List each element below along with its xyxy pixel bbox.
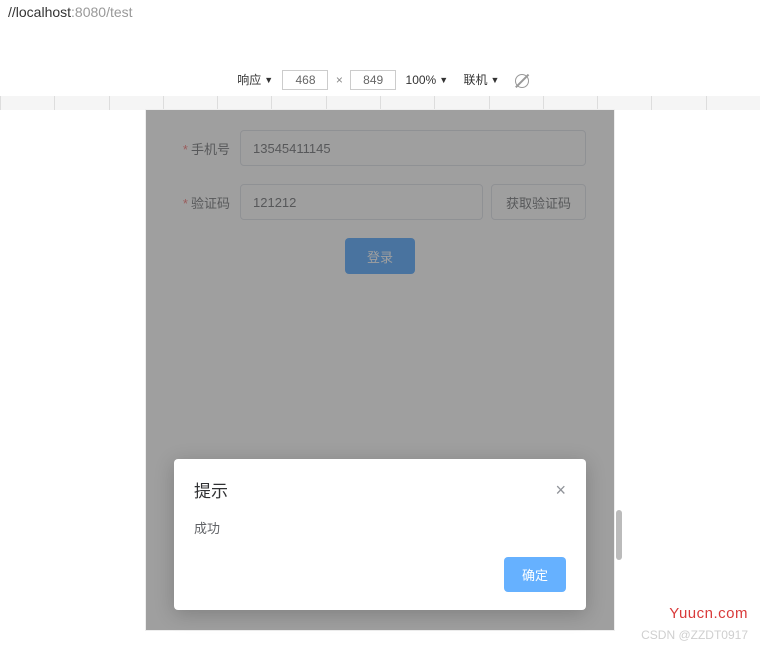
watermark-site: Yuucn.com xyxy=(669,605,748,622)
viewport-height-input[interactable] xyxy=(350,70,396,90)
ok-button[interactable]: 确定 xyxy=(504,557,566,592)
url-path: :8080/test xyxy=(71,4,133,20)
url-prefix: // xyxy=(8,4,16,20)
close-icon[interactable]: × xyxy=(555,481,566,499)
dialog-body: 成功 xyxy=(194,518,566,537)
app-viewport: *手机号 *验证码 获取验证码 登录 提示 × xyxy=(146,110,614,630)
dialog-header: 提示 × xyxy=(194,477,566,502)
dialog-footer: 确定 xyxy=(194,557,566,592)
caret-down-icon: ▼ xyxy=(264,75,273,85)
network-dropdown[interactable]: 联机 ▼ xyxy=(464,71,500,88)
viewport-width-input[interactable] xyxy=(282,70,328,90)
caret-down-icon: ▼ xyxy=(439,75,448,85)
watermark-credit: CSDN @ZZDT0917 xyxy=(641,628,748,642)
device-stage: *手机号 *验证码 获取验证码 登录 提示 × xyxy=(0,110,760,630)
url-bar[interactable]: //localhost:8080/test xyxy=(0,0,760,24)
scrollbar-thumb[interactable] xyxy=(616,510,622,560)
message-dialog: 提示 × 成功 确定 xyxy=(174,459,586,610)
device-frame: *手机号 *验证码 获取验证码 登录 提示 × xyxy=(146,110,614,630)
network-value: 联机 xyxy=(464,71,488,88)
dimension-separator: × xyxy=(336,73,343,87)
caret-down-icon: ▼ xyxy=(491,75,500,85)
dialog-title: 提示 xyxy=(194,477,228,502)
ruler xyxy=(0,96,760,110)
rotate-icon[interactable] xyxy=(515,74,529,88)
zoom-dropdown[interactable]: 100% ▼ xyxy=(406,73,449,87)
responsive-label: 响应 xyxy=(237,71,261,88)
devtools-toolbar: 响应 ▼ × 100% ▼ 联机 ▼ xyxy=(0,64,760,96)
zoom-value: 100% xyxy=(406,73,437,87)
url-host: localhost xyxy=(16,4,71,20)
responsive-dropdown[interactable]: 响应 ▼ xyxy=(237,71,273,88)
